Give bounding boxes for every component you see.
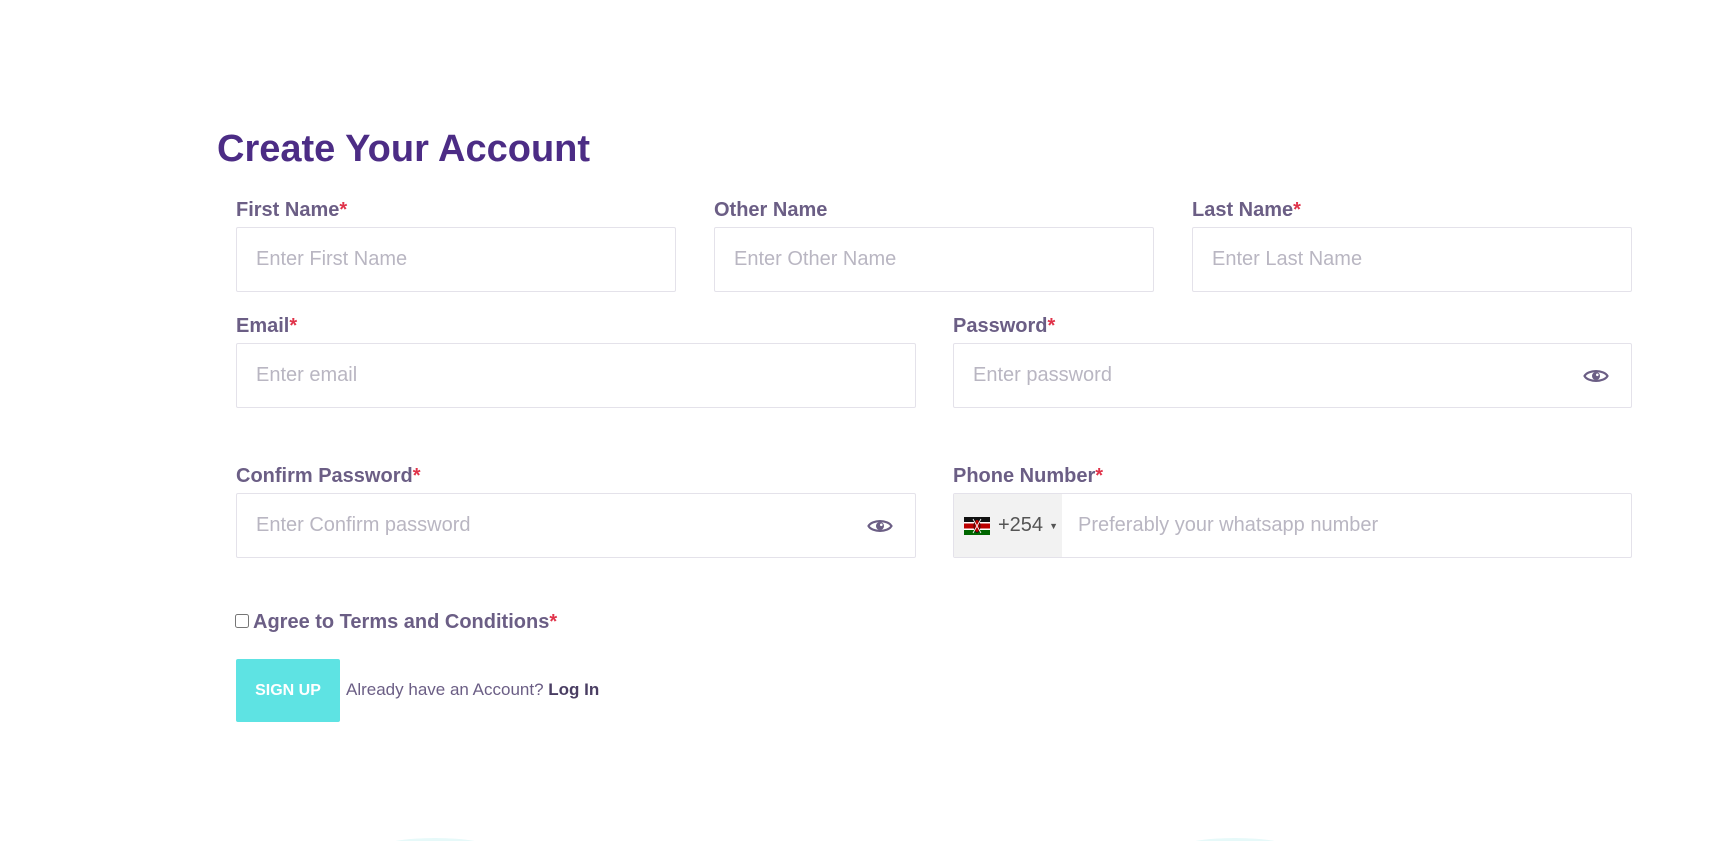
required-mark: * [1047,315,1056,337]
phone-input-wrap [1062,494,1631,557]
email-field: Email* [236,314,916,408]
first-name-box [236,227,676,292]
eye-icon[interactable] [867,517,893,535]
last-name-input[interactable] [1193,228,1631,291]
login-prompt-row: Already have an Account? Log In [346,680,599,700]
first-name-label: First Name* [236,199,348,221]
login-prompt-text: Already have an Account? [346,680,544,699]
password-label: Password* [953,315,1056,337]
chevron-down-icon: ▼ [1049,520,1058,531]
phone-label: Phone Number* [953,465,1104,487]
other-name-box [714,227,1154,292]
confirm-password-field: Confirm Password* [236,464,916,558]
required-mark: * [412,465,421,487]
password-field: Password* [953,314,1632,408]
required-mark: * [549,611,558,633]
kenya-flag-icon [964,516,990,535]
email-box [236,343,916,408]
terms-row: Agree to Terms and Conditions* [235,611,557,634]
required-mark: * [289,315,298,337]
log-in-link[interactable]: Log In [548,680,599,699]
first-name-field: First Name* [236,198,676,292]
email-input[interactable] [237,344,915,407]
required-mark: * [1095,465,1104,487]
required-mark: * [1293,199,1301,221]
terms-label[interactable]: Agree to Terms and Conditions* [253,611,557,634]
phone-field: Phone Number* +254 ▼ [953,464,1632,558]
country-code-selector[interactable]: +254 ▼ [954,494,1062,557]
last-name-field: Last Name* [1192,198,1632,292]
phone-box: +254 ▼ [953,493,1632,558]
password-box [953,343,1632,408]
page-title: Create Your Account [217,128,591,170]
other-name-field: Other Name [714,198,1154,292]
signup-page: Create Your Account First Name* Other Na… [0,0,1735,841]
last-name-label: Last Name* [1192,199,1301,221]
dial-code: +254 [998,514,1044,536]
confirm-password-input[interactable] [237,494,915,557]
password-input[interactable] [954,344,1631,407]
email-label: Email* [236,315,298,337]
eye-icon[interactable] [1583,367,1609,385]
other-name-input[interactable] [715,228,1153,291]
sign-up-button[interactable]: SIGN UP [236,659,340,722]
confirm-password-box [236,493,916,558]
other-name-label: Other Name [714,199,828,221]
last-name-box [1192,227,1632,292]
phone-input[interactable] [1062,494,1631,557]
first-name-input[interactable] [237,228,675,291]
confirm-password-label: Confirm Password* [236,465,421,487]
required-mark: * [339,199,348,221]
terms-checkbox[interactable] [235,613,249,628]
